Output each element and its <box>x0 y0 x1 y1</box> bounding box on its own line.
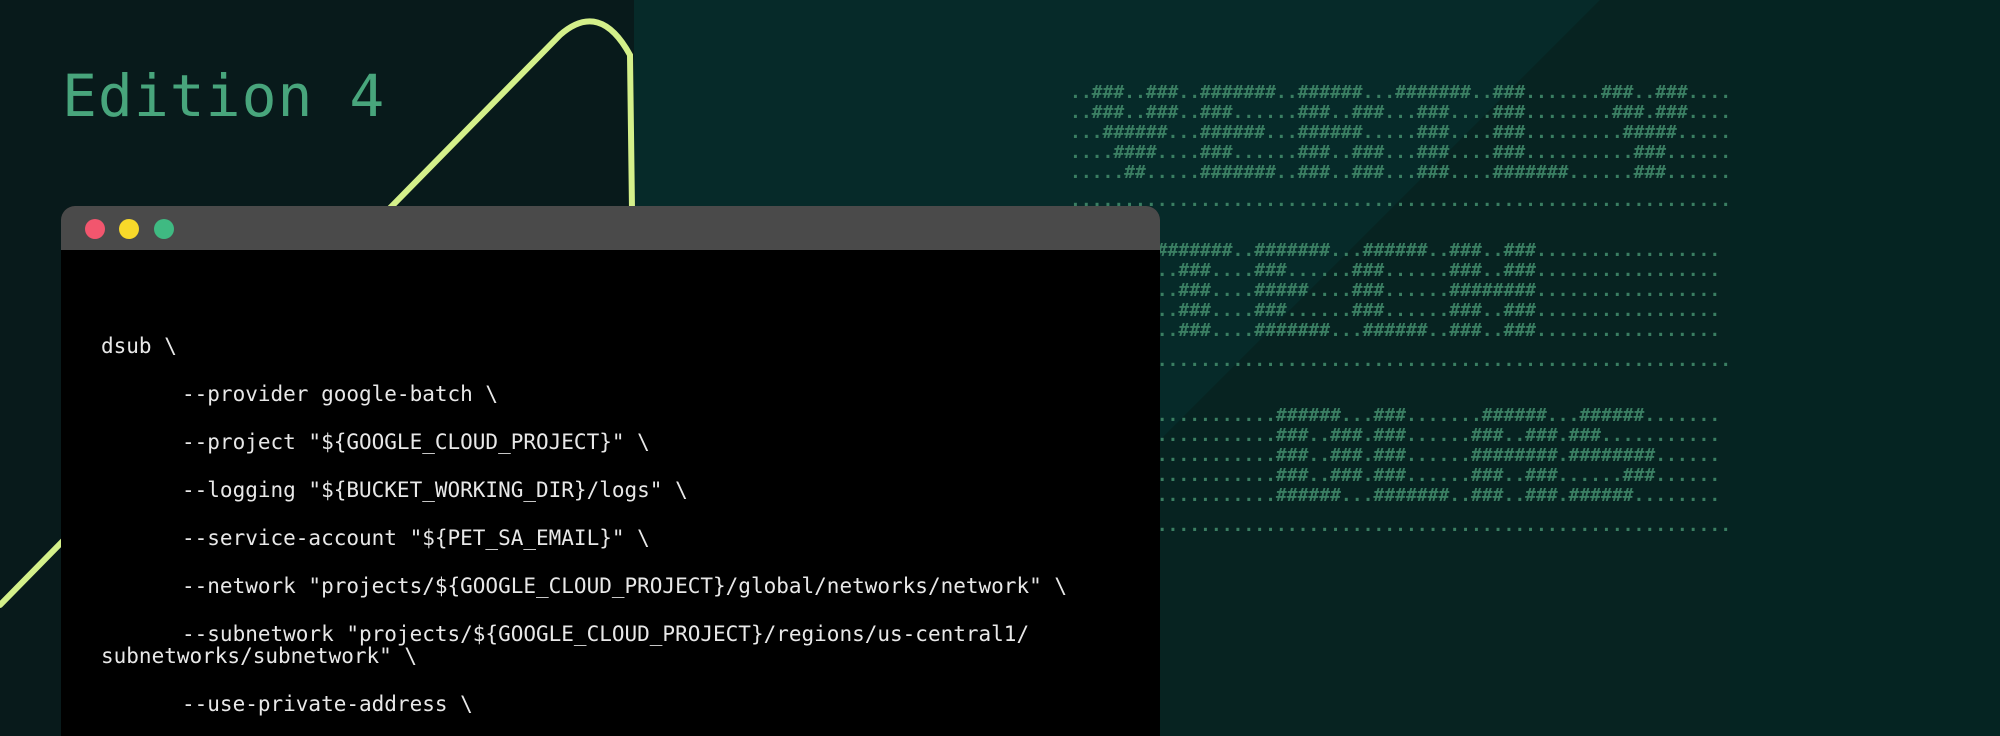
maximize-window-button[interactable] <box>154 219 174 239</box>
ascii-line: ....####....###......###..###...###....#… <box>1070 142 1732 163</box>
ascii-line: ...................###..###.###......###… <box>1070 425 1721 446</box>
ascii-line: ...................###..###.###......###… <box>1070 445 1721 466</box>
ascii-line: ...................######...#######..###… <box>1070 485 1721 506</box>
code-line: --logging "${BUCKET_WORKING_DIR}/logs" \ <box>182 478 688 502</box>
banner-canvas: Edition 4 ..###..###..#######..######...… <box>0 0 2000 736</box>
ascii-line: ...................###..###.###......###… <box>1070 465 1721 486</box>
terminal-title-bar <box>61 206 1160 250</box>
code-line: dsub \ <box>101 334 177 358</box>
close-window-button[interactable] <box>85 219 105 239</box>
code-line: --network "projects/${GOOGLE_CLOUD_PROJE… <box>182 574 1068 598</box>
minimize-window-button[interactable] <box>119 219 139 239</box>
ascii-line: ..###..###..#######..######...#######..#… <box>1070 82 1732 103</box>
ascii-line: ...######...######...######.....###....#… <box>1070 122 1732 143</box>
ascii-line: ........................................… <box>1070 515 1732 536</box>
ascii-line: ..........###....###......###......###..… <box>1070 300 1721 321</box>
ascii-line: ..........###....#####....###......#####… <box>1070 280 1721 301</box>
code-line: --provider google-batch \ <box>182 382 499 406</box>
code-line: --project "${GOOGLE_CLOUD_PROJECT}" \ <box>182 430 650 454</box>
ascii-line: ........................................… <box>1070 350 1732 371</box>
edition-title: Edition 4 <box>62 62 386 130</box>
code-line: --subnetwork "projects/${GOOGLE_CLOUD_PR… <box>182 622 1030 646</box>
ascii-art-logo: ..###..###..#######..######...#######..#… <box>1070 0 1970 560</box>
code-line: --service-account "${PET_SA_EMAIL}" \ <box>182 526 650 550</box>
ascii-line: ..........###....#######...######..###..… <box>1070 320 1721 341</box>
ascii-line: ..........###....###......###......###..… <box>1070 260 1721 281</box>
code-line: subnetworks/subnetwork" \ <box>101 644 418 668</box>
ascii-line: ........................................… <box>1070 190 1732 211</box>
ascii-line: ........#######..#######...######..###..… <box>1070 240 1721 261</box>
terminal-window: dsub \ --provider google-batch \ --proje… <box>61 206 1160 736</box>
code-line: --use-private-address \ <box>182 692 473 716</box>
ascii-line: ..###..###..###......###..###...###....#… <box>1070 102 1732 123</box>
ascii-line: ...................######...###.......##… <box>1070 405 1721 426</box>
ascii-line: .....##.....#######..###..###...###....#… <box>1070 162 1732 183</box>
